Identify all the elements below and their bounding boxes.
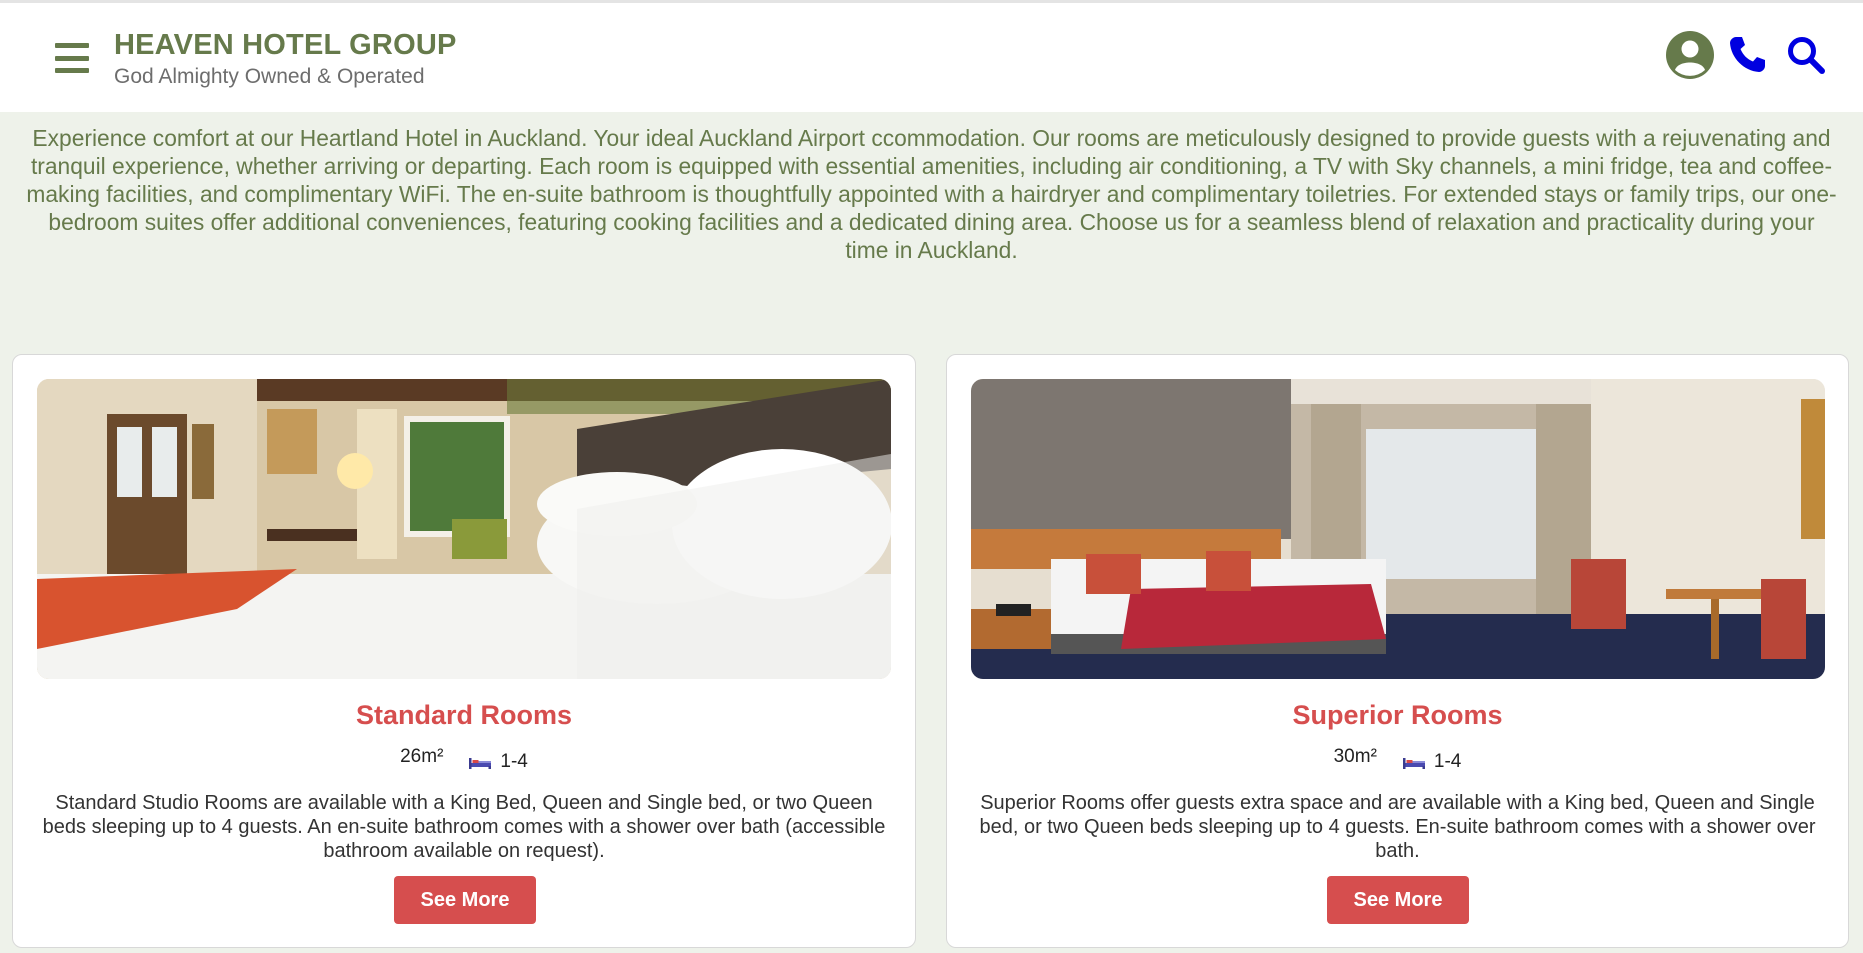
room-title: Superior Rooms	[1292, 700, 1503, 730]
bed-icon	[469, 758, 492, 769]
brand[interactable]: HEAVEN HOTEL GROUP God Almighty Owned & …	[114, 29, 457, 89]
user-icon[interactable]	[1665, 30, 1715, 80]
see-more-button[interactable]: See More	[1327, 876, 1469, 924]
menu-icon[interactable]	[55, 43, 89, 73]
brand-tagline: God Almighty Owned & Operated	[114, 65, 425, 88]
brand-name: HEAVEN HOTEL GROUP	[114, 29, 457, 61]
site-header: HEAVEN HOTEL GROUP God Almighty Owned & …	[0, 3, 1863, 112]
room-title: Standard Rooms	[355, 700, 573, 730]
room-description: Superior Rooms offer guests extra space …	[979, 792, 1816, 862]
search-icon[interactable]	[1785, 34, 1827, 76]
room-meta: 30m² 1-4	[947, 746, 1848, 777]
room-photo-superior	[971, 379, 1825, 679]
intro-text: Experience comfort at our Heartland Hote…	[26, 125, 1837, 263]
room-guests-label: 1-4	[1433, 751, 1462, 772]
room-card-standard: Standard Rooms 26m² 1-4 Standard Studio …	[12, 354, 916, 948]
room-guests: 1-4	[469, 751, 528, 773]
phone-icon[interactable]	[1726, 33, 1768, 75]
room-card-superior: Superior Rooms 30m² 1-4 Superior Rooms o…	[946, 354, 1849, 948]
see-more-button[interactable]: See More	[394, 876, 536, 924]
room-photo-standard	[37, 379, 891, 679]
room-guests: 1-4	[1402, 751, 1462, 773]
room-size: 26m²	[400, 746, 444, 767]
bed-icon	[1402, 758, 1425, 769]
room-meta: 26m² 1-4	[13, 746, 915, 777]
room-guests-label: 1-4	[500, 751, 528, 772]
room-size: 30m²	[1333, 746, 1377, 767]
room-description: Standard Studio Rooms are available with…	[42, 792, 886, 862]
